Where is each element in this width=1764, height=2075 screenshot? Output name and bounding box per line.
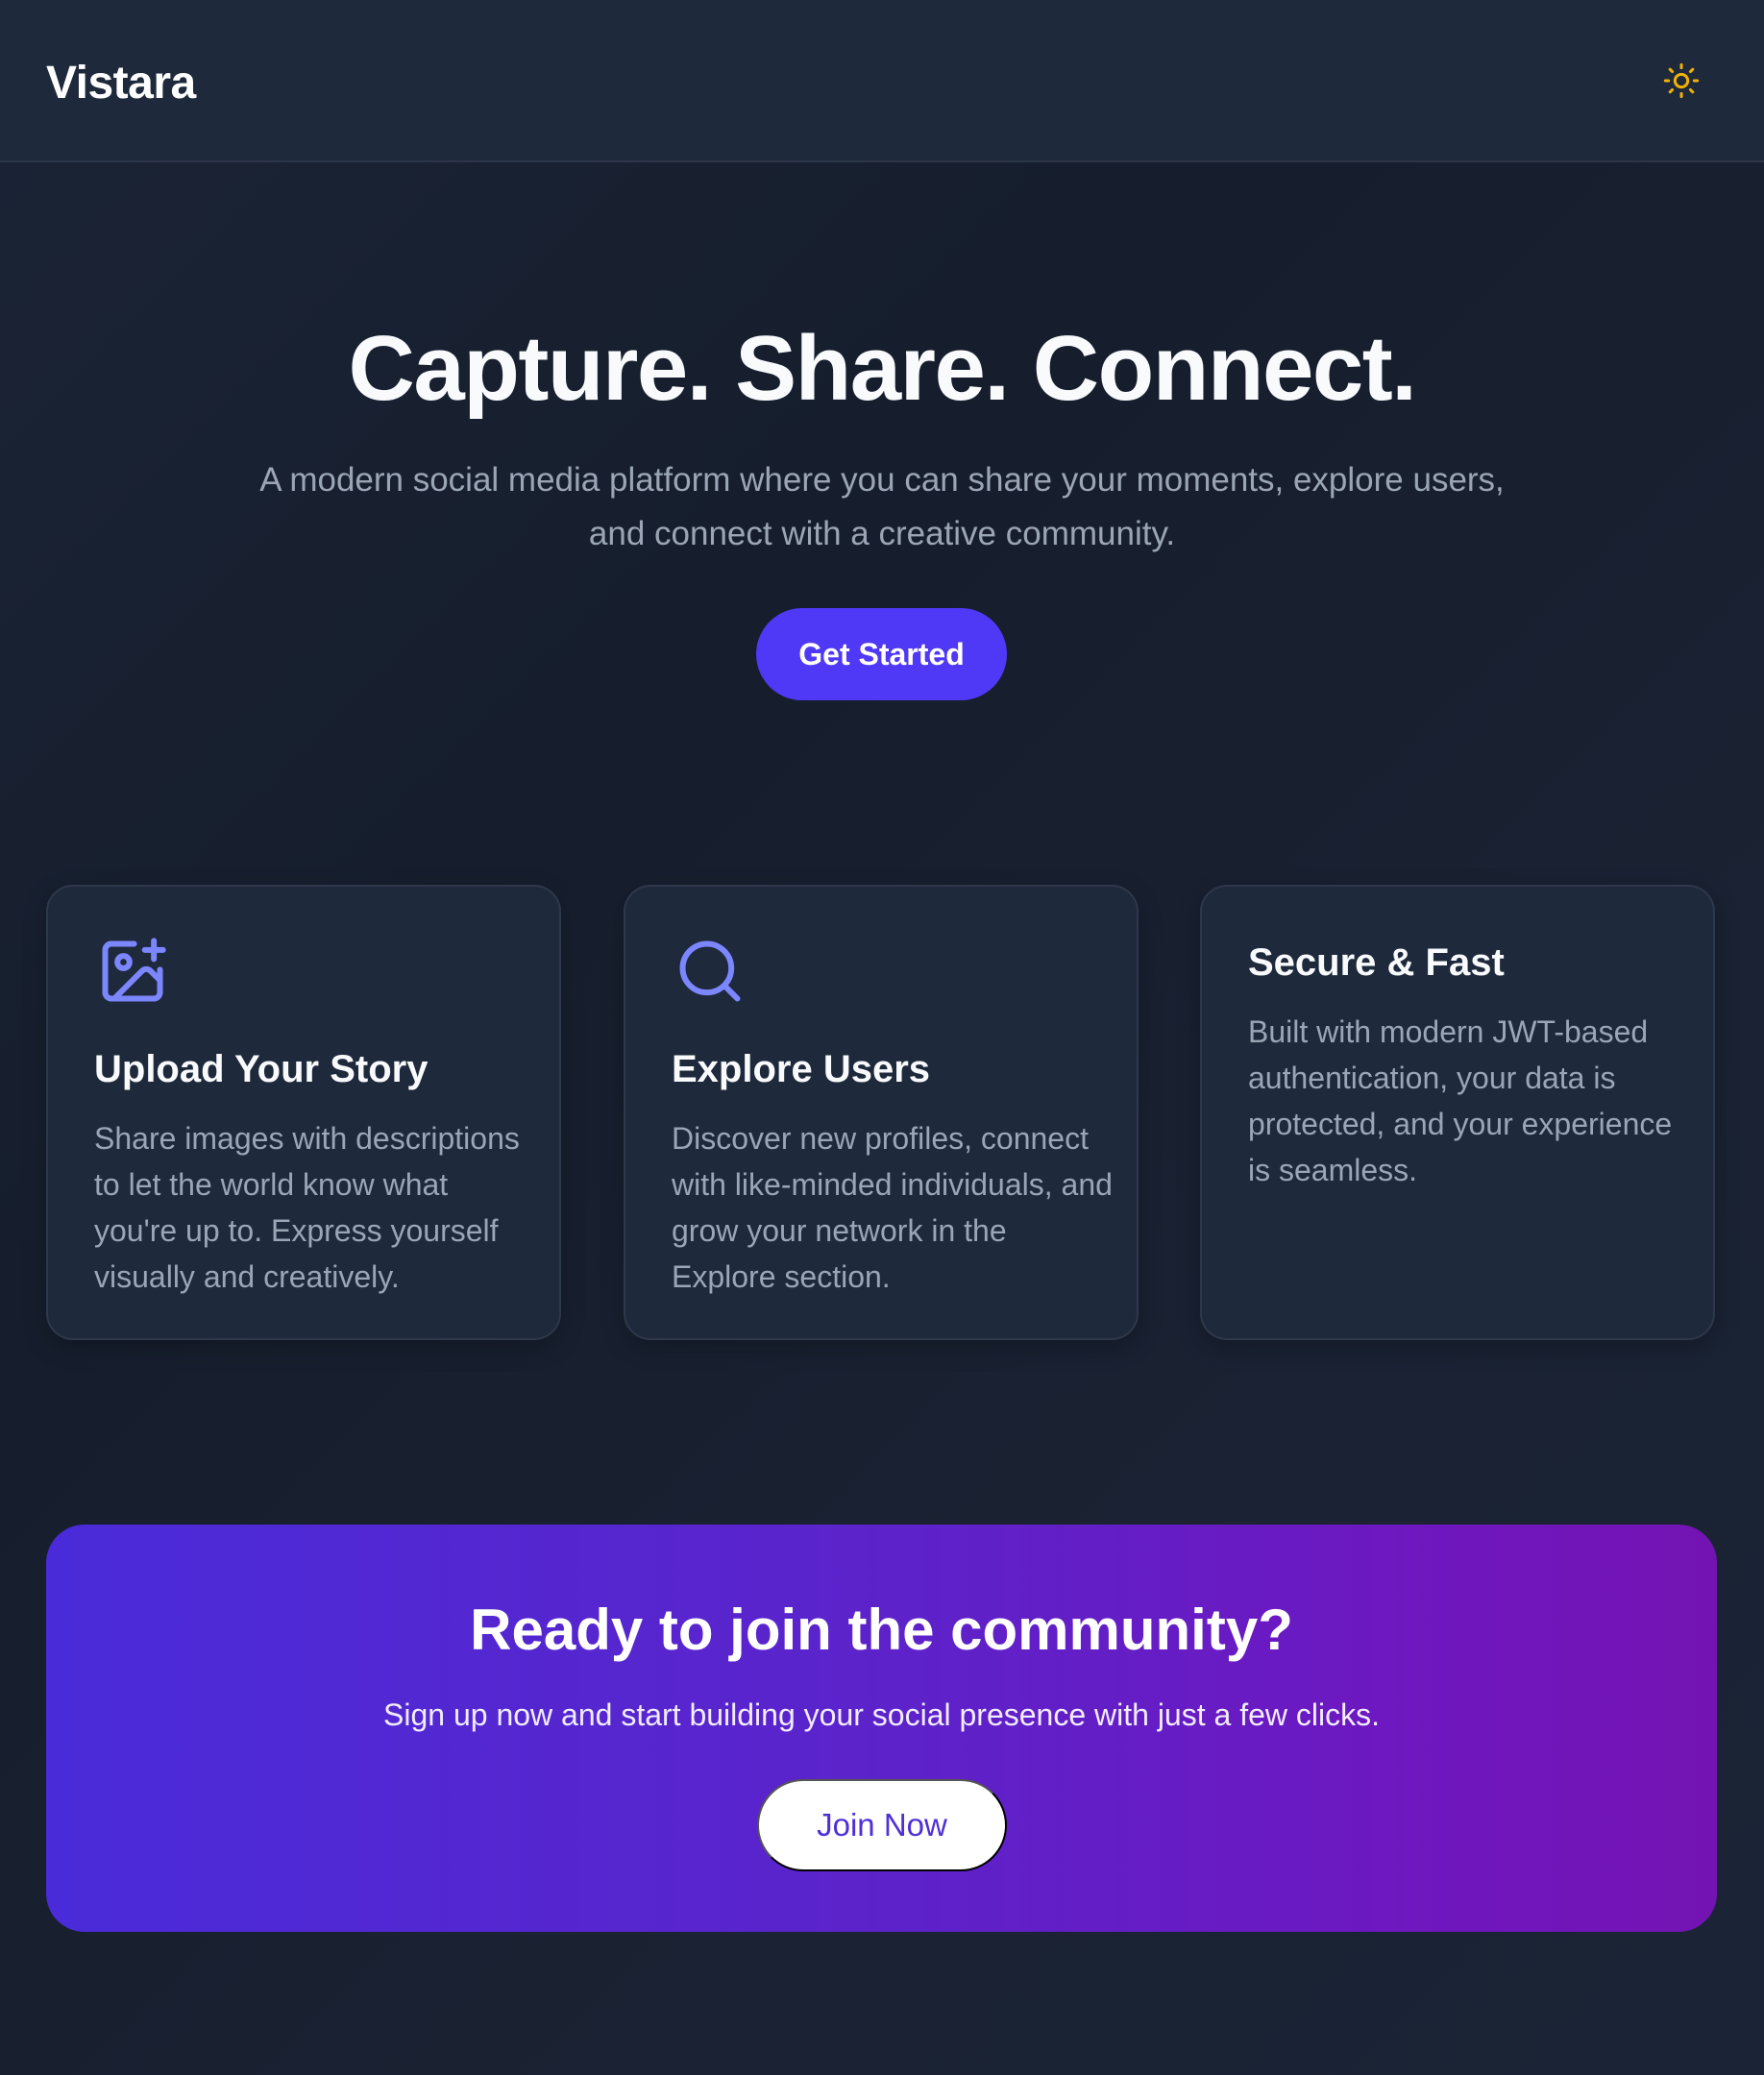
feature-card-upload: Upload Your Story Share images with desc… bbox=[46, 885, 561, 1340]
top-navbar: Vistara bbox=[0, 0, 1764, 162]
feature-description: Discover new profiles, connect with like… bbox=[672, 1121, 1113, 1294]
brand-logo[interactable]: Vistara bbox=[46, 50, 196, 117]
feature-card-explore: Explore Users Discover new profiles, con… bbox=[624, 885, 1139, 1340]
cta-subtitle: Sign up now and start building your soci… bbox=[383, 1697, 1380, 1732]
sun-icon bbox=[1663, 62, 1700, 99]
feature-title: Explore Users bbox=[672, 1048, 931, 1090]
join-cta-banner: Ready to join the community? Sign up now… bbox=[46, 1525, 1717, 1932]
join-now-button[interactable]: Join Now bbox=[757, 1779, 1007, 1871]
search-icon bbox=[679, 940, 741, 1002]
landing-page: Vistara Capture. Share. Connect. A moder… bbox=[0, 0, 1764, 2075]
feature-title: Upload Your Story bbox=[94, 1048, 429, 1090]
feature-title: Secure & Fast bbox=[1248, 941, 1505, 984]
feature-card-secure: Secure & Fast Built with modern JWT-base… bbox=[1200, 885, 1715, 1340]
feature-description: Share images with descriptions to let th… bbox=[94, 1121, 520, 1294]
hero-title: Capture. Share. Connect. bbox=[348, 317, 1417, 420]
cta-title: Ready to join the community? bbox=[470, 1598, 1293, 1662]
get-started-button[interactable]: Get Started bbox=[756, 608, 1007, 700]
image-plus-icon bbox=[102, 938, 166, 1002]
theme-toggle-button[interactable] bbox=[1660, 60, 1703, 102]
hero-subtitle: A modern social media platform where you… bbox=[259, 461, 1505, 552]
feature-description: Built with modern JWT-based authenticati… bbox=[1248, 1014, 1673, 1187]
